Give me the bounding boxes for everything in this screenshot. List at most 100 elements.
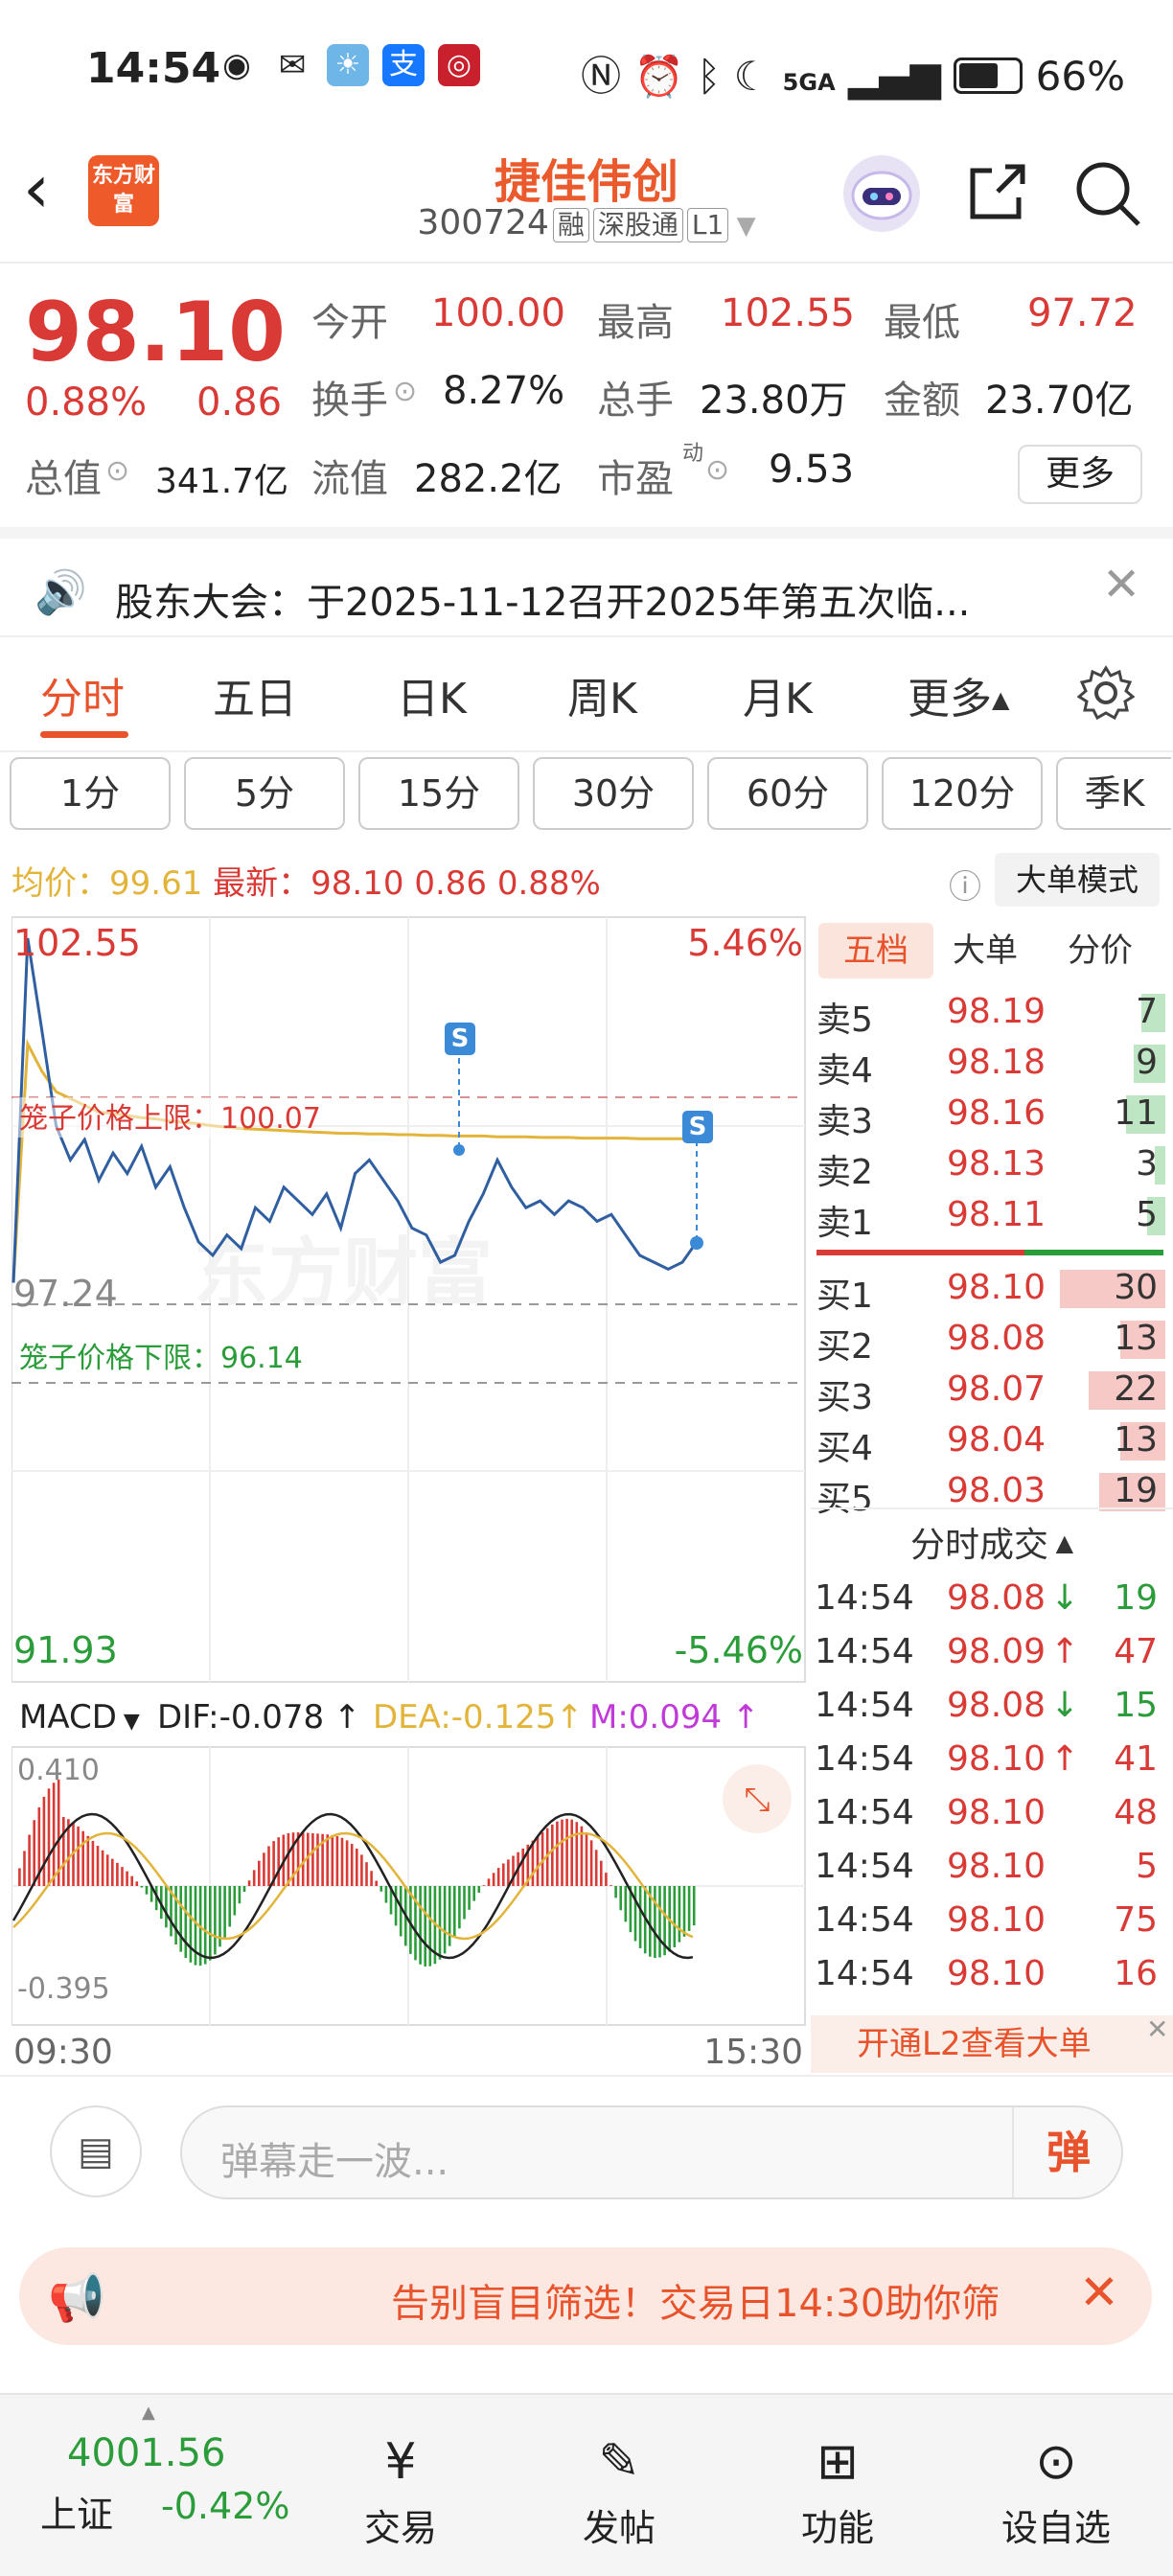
trades-title[interactable]: 分时成交 ▲ <box>811 1517 1173 1567</box>
time-start-label: 09:30 <box>13 2033 113 2072</box>
tab-weekly-k[interactable]: 周K <box>567 664 637 725</box>
macd-bar <box>633 1886 637 1942</box>
macd-bar <box>496 1868 500 1886</box>
amount-value: 23.70亿 <box>985 379 1134 423</box>
macd-bar <box>165 1886 168 1928</box>
macd-bar <box>492 1873 495 1886</box>
notice-bar[interactable]: 🔊 股东大会：于2025-11-12召开2025年第五次临... ✕ <box>0 527 1173 637</box>
tab-five-day[interactable]: 五日 <box>213 664 297 725</box>
macd-bar <box>477 1886 481 1894</box>
l2-upgrade-banner[interactable]: 开通L2查看大单 <box>811 2015 1173 2073</box>
index-value[interactable]: 4001.56 <box>67 2431 225 2475</box>
order-price: 98.08 <box>947 1319 1046 1358</box>
intraday-chart[interactable]: 东方财富 S S 102.55 5.46% 97.24 笼子价格上限：100.0… <box>11 915 807 2073</box>
macd-bar <box>130 1875 133 1886</box>
macd-bottom-label: -0.395 <box>17 1972 110 2006</box>
tab-daily-k[interactable]: 日K <box>397 664 467 725</box>
order-price: 98.03 <box>947 1471 1046 1510</box>
nav-post[interactable]: ✎ 发帖 <box>542 2433 696 2551</box>
trade-volume: 19 <box>1114 1578 1158 1618</box>
tab-big-orders[interactable]: 大单 <box>953 923 1018 978</box>
nav-add-watch[interactable]: ⊙ 设自选 <box>979 2433 1133 2551</box>
close-icon[interactable]: ✕ <box>1146 2013 1168 2045</box>
big-order-mode-button[interactable]: 大单模式 <box>995 853 1160 907</box>
info-circle-icon[interactable]: ⊙ <box>105 454 129 488</box>
close-icon[interactable]: ✕ <box>1079 2265 1119 2320</box>
macd-bar <box>42 1796 46 1886</box>
macd-bar <box>287 1832 290 1886</box>
period-1min[interactable]: 1分 <box>10 757 171 830</box>
trade-time: 14:54 <box>815 1900 914 1940</box>
macd-bar <box>340 1837 344 1886</box>
order-label: 买1 <box>816 1276 873 1316</box>
trade-direction: ↓ <box>1050 1686 1080 1725</box>
info-circle-icon[interactable]: ⊙ <box>705 453 729 487</box>
period-15min[interactable]: 15分 <box>358 757 519 830</box>
assistant-robot-icon[interactable] <box>843 155 920 232</box>
tab-level5[interactable]: 五档 <box>818 923 933 978</box>
trade-time: 14:54 <box>815 1954 914 1993</box>
help-icon[interactable]: ⓘ <box>949 861 981 908</box>
buy-order-row: 买4 98.04 13 <box>811 1416 1165 1468</box>
alarm-icon: ⏰ <box>633 53 684 100</box>
order-book-panel: 五档 大单 分价 卖5 98.19 7 卖4 98.18 9 卖3 98.16 11 卖2 98.1… <box>811 915 1173 2075</box>
status-app-icons: ◉ ✉ ☀ 支 ◎ <box>216 44 480 86</box>
dropdown-triangle-icon[interactable]: ▼ <box>728 212 756 241</box>
macd-bar <box>277 1837 280 1886</box>
danmu-settings-icon[interactable]: ▤ <box>50 2105 142 2197</box>
more-button[interactable]: 更多 <box>1018 445 1142 504</box>
trade-row: 14:54 98.10 5 <box>811 1843 1165 1897</box>
nav-functions[interactable]: ⊞ 功能 <box>761 2433 914 2551</box>
sell-order-row: 卖5 98.19 7 <box>811 988 1165 1040</box>
share-icon[interactable] <box>963 159 1030 226</box>
tab-price-dist[interactable]: 分价 <box>1068 923 1133 978</box>
mcap-value: 341.7亿 <box>155 462 289 501</box>
period-5min[interactable]: 5分 <box>184 757 345 830</box>
macd-bar <box>424 1886 426 1966</box>
tab-more[interactable]: 更多▲ <box>908 664 1009 725</box>
period-60min[interactable]: 60分 <box>707 757 868 830</box>
macd-bar <box>619 1886 622 1911</box>
latest-pct: 0.88% <box>496 864 601 903</box>
nav-trade[interactable]: ¥ 交易 <box>324 2433 477 2551</box>
order-price: 98.19 <box>947 992 1046 1031</box>
order-label: 买4 <box>816 1429 873 1468</box>
order-volume: 9 <box>1136 1043 1158 1082</box>
period-120min[interactable]: 120分 <box>882 757 1043 830</box>
macd-bar <box>687 1886 691 1931</box>
macd-bar <box>331 1834 334 1886</box>
lower-limit-label: 笼子价格下限：96.14 <box>19 1342 303 1375</box>
trade-direction: ↑ <box>1050 1632 1080 1671</box>
trade-price: 98.10 <box>947 1900 1046 1940</box>
macd-bar <box>692 1886 696 1926</box>
macd-bar <box>263 1852 265 1886</box>
promo-banner[interactable]: 📢 告别盲目筛选！交易日14:30助你筛 ✕ <box>19 2247 1152 2345</box>
period-30min[interactable]: 30分 <box>533 757 694 830</box>
order-label: 买5 <box>816 1480 873 1519</box>
tab-intraday[interactable]: 分时 <box>40 664 125 725</box>
macd-bar <box>86 1835 90 1886</box>
danmu-send-button[interactable]: 弹 <box>1012 2107 1123 2197</box>
macd-bar <box>658 1886 661 1958</box>
pct-max-label: 5.46% <box>687 922 803 964</box>
level-tag[interactable]: L1 <box>686 208 729 242</box>
danmu-input[interactable]: 弹幕走一波... 弹 <box>180 2105 1123 2199</box>
macd-bar <box>624 1886 628 1922</box>
grid-icon: ⊞ <box>816 2433 859 2491</box>
tab-monthly-k[interactable]: 月K <box>743 664 813 725</box>
macd-bar <box>335 1835 339 1886</box>
macd-bar <box>105 1854 109 1886</box>
battery-icon <box>954 58 1024 94</box>
search-icon[interactable] <box>1071 157 1144 230</box>
period-quarterly[interactable]: 季K <box>1056 757 1171 830</box>
macd-bar <box>443 1886 447 1954</box>
macd-dif: DIF:-0.078 <box>157 1698 324 1736</box>
macd-bar <box>233 1886 237 1916</box>
order-label: 卖4 <box>816 1051 873 1091</box>
notice-text[interactable]: 股东大会：于2025-11-12召开2025年第五次临... <box>115 571 970 627</box>
macd-bar <box>62 1817 65 1886</box>
gear-icon[interactable] <box>1076 664 1136 725</box>
connect-tag: 深股通 <box>592 208 683 242</box>
close-icon[interactable]: ✕ <box>1102 558 1140 611</box>
info-circle-icon[interactable]: ⊙ <box>393 375 417 408</box>
